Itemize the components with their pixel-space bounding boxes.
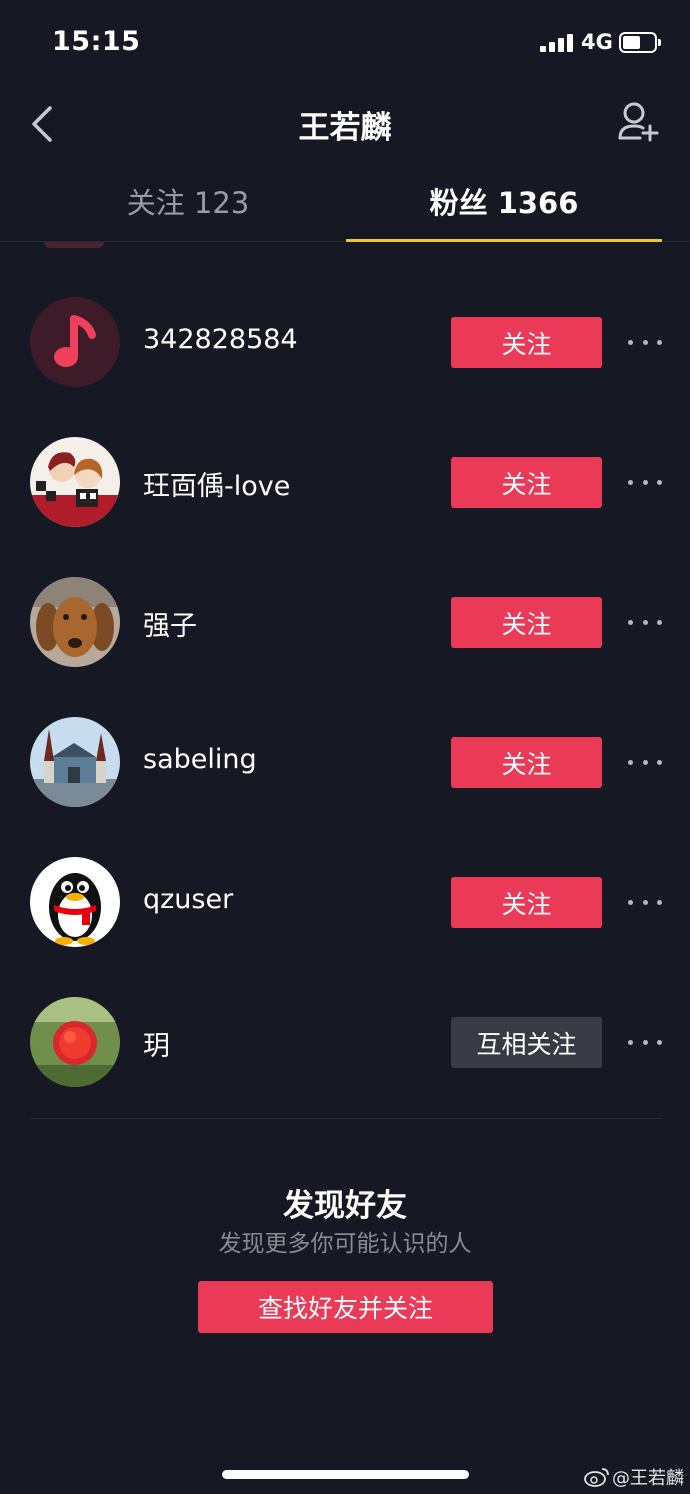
more-icon[interactable] (628, 890, 662, 914)
more-icon[interactable] (628, 470, 662, 494)
divider (30, 1118, 662, 1119)
tab-bar: 关注 123 粉丝 1366 (0, 168, 690, 242)
battery-icon (619, 32, 661, 53)
cartoon-couple-icon (30, 437, 120, 527)
tab-fans[interactable]: 粉丝 1366 (346, 180, 662, 222)
username: 342828584 (143, 324, 298, 355)
avatar[interactable] (30, 857, 120, 947)
avatar[interactable] (30, 437, 120, 527)
weibo-icon (584, 1468, 609, 1487)
list-item[interactable]: 强子 关注 (0, 552, 690, 692)
follow-button[interactable]: 关注 (451, 877, 602, 928)
mutual-follow-button[interactable]: 互相关注 (451, 1017, 602, 1068)
partial-avatar (44, 242, 104, 248)
avatar[interactable] (30, 577, 120, 667)
avatar[interactable] (30, 717, 120, 807)
page-title: 王若麟 (298, 110, 392, 146)
active-tab-indicator (346, 239, 662, 242)
status-time: 15:15 (52, 26, 141, 57)
follow-button[interactable]: 关注 (451, 597, 602, 648)
avatar[interactable] (30, 297, 120, 387)
status-bar: 15:15 4G (0, 0, 690, 88)
music-note-icon (30, 297, 120, 387)
more-icon[interactable] (628, 610, 662, 634)
username: 强子 (143, 611, 197, 642)
follow-button[interactable]: 关注 (451, 317, 602, 368)
watermark: @王若麟 (584, 1464, 684, 1490)
penguin-icon (30, 857, 120, 947)
list-item[interactable]: 玥 互相关注 (0, 972, 690, 1112)
avatar[interactable] (30, 997, 120, 1087)
find-friends-button[interactable]: 查找好友并关注 (198, 1281, 493, 1333)
username: sabeling (143, 744, 257, 775)
discover-title: 发现好友 (283, 1188, 407, 1224)
list-item[interactable]: 342828584 关注 (0, 272, 690, 412)
discover-subtitle: 发现更多你可能认识的人 (218, 1231, 472, 1257)
more-icon[interactable] (628, 1030, 662, 1054)
username: 玨靣偊-love (143, 471, 291, 502)
list-item[interactable]: sabeling 关注 (0, 692, 690, 832)
more-icon[interactable] (628, 330, 662, 354)
list-item[interactable]: qzuser 关注 (0, 832, 690, 972)
castle-icon (30, 717, 120, 807)
username: qzuser (143, 884, 234, 915)
red-flower-icon (30, 997, 120, 1087)
tab-following[interactable]: 关注 123 (30, 180, 346, 222)
home-indicator[interactable] (222, 1470, 469, 1479)
watermark-text: @王若麟 (612, 1468, 684, 1489)
add-user-icon (618, 102, 659, 142)
add-friend-button[interactable] (616, 100, 664, 146)
username: 玥 (143, 1031, 170, 1062)
more-icon[interactable] (628, 750, 662, 774)
follow-button[interactable]: 关注 (451, 737, 602, 788)
network-label: 4G (581, 30, 613, 54)
nav-header: 王若麟 (0, 88, 690, 160)
signal-icon (540, 34, 574, 52)
list-item[interactable]: 玨靣偊-love 关注 (0, 412, 690, 552)
dog-icon (30, 577, 120, 667)
follow-button[interactable]: 关注 (451, 457, 602, 508)
